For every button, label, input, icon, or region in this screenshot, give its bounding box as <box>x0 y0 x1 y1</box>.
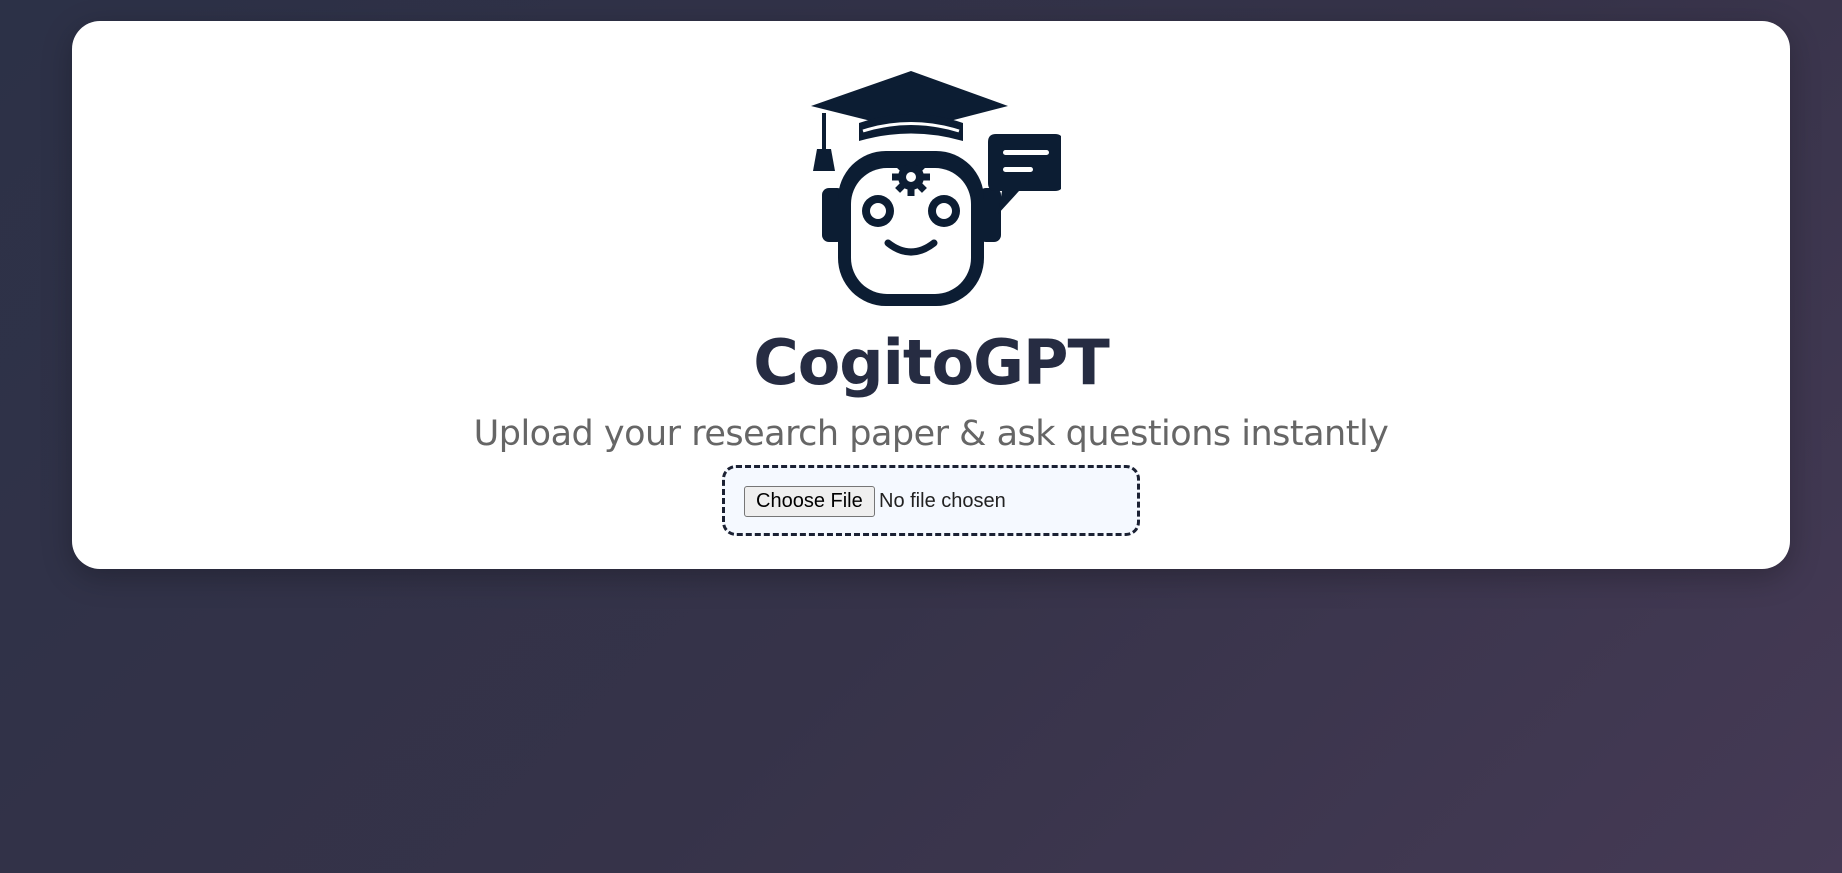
choose-file-button[interactable]: Choose File <box>744 486 875 517</box>
main-card: CogitoGPT Upload your research paper & a… <box>72 21 1790 569</box>
graduate-robot-logo-icon <box>811 71 1061 306</box>
file-status-text: No file chosen <box>879 490 1006 512</box>
app-title: CogitoGPT <box>753 326 1110 399</box>
file-upload-dropzone[interactable]: Choose File No file chosen <box>722 465 1140 536</box>
app-subtitle: Upload your research paper & ask questio… <box>473 414 1389 454</box>
